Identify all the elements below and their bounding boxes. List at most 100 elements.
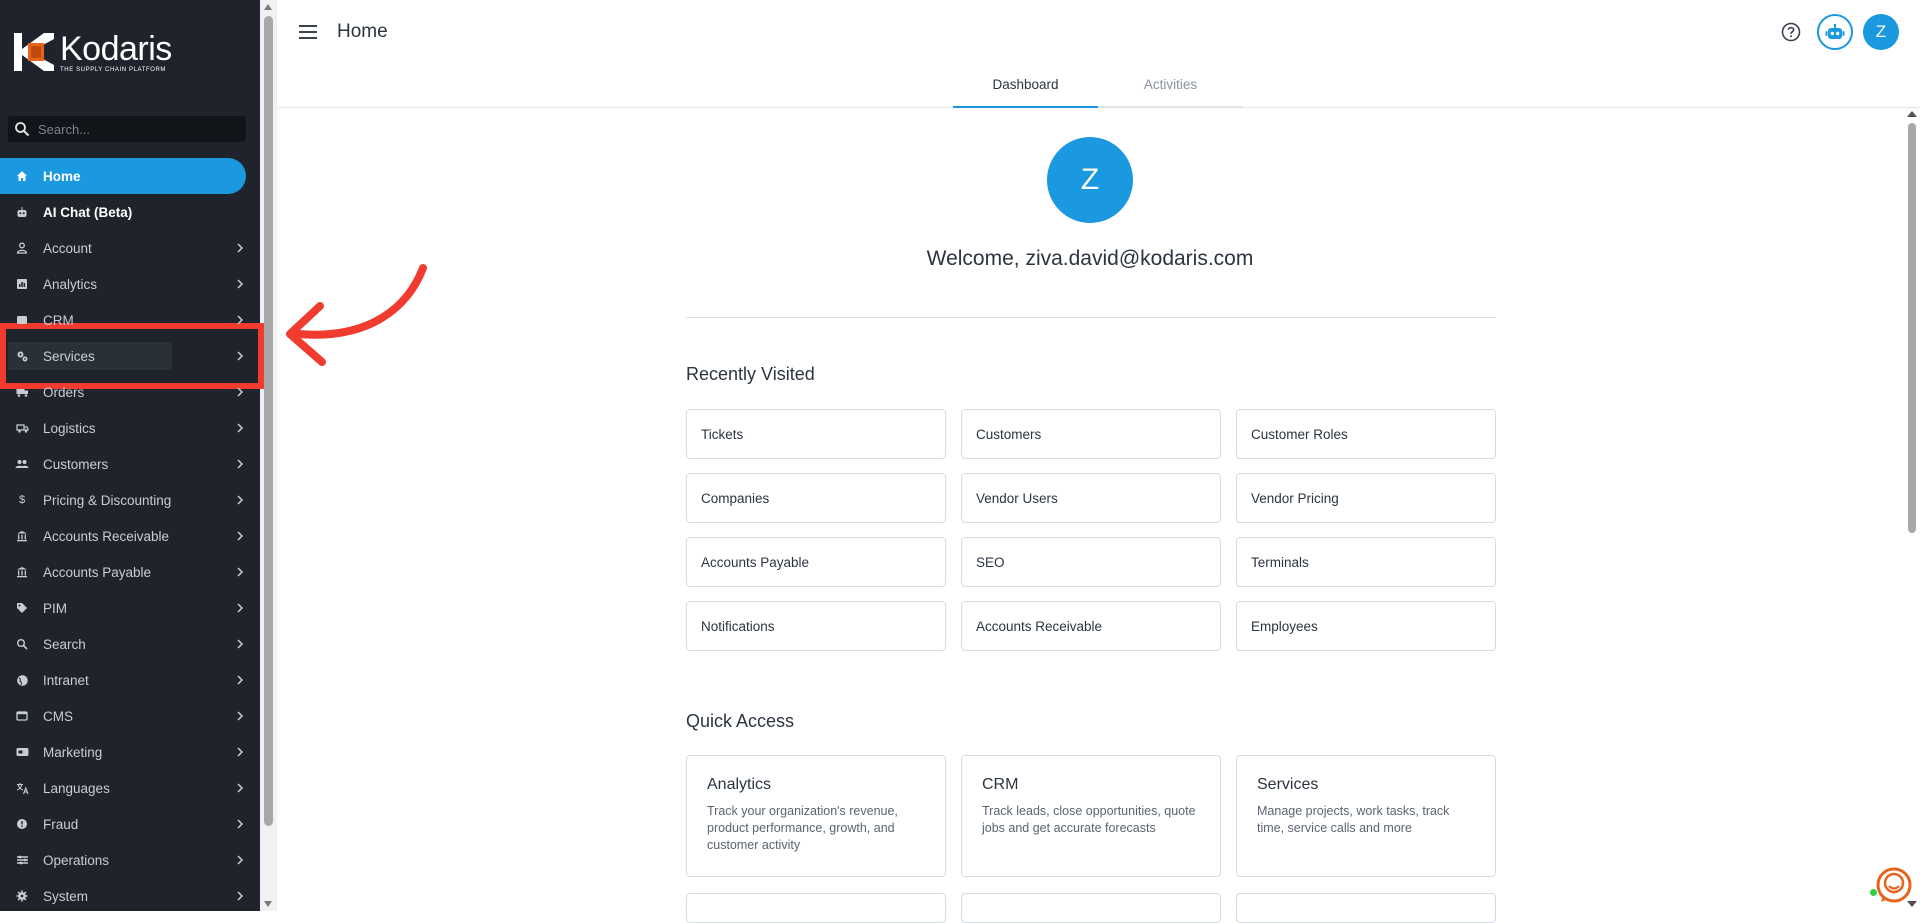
quick-access-card-title: Analytics — [707, 776, 772, 793]
chevron-right-icon — [237, 315, 244, 325]
quick-access-card[interactable] — [686, 893, 946, 923]
chevron-right-icon — [237, 243, 244, 253]
user-avatar[interactable]: Z — [1863, 14, 1899, 50]
quick-access-card-desc: Track your organization's revenue, produ… — [707, 804, 898, 852]
globe-icon — [14, 672, 30, 688]
chevron-right-icon — [237, 459, 244, 469]
sidebar-item-logistics[interactable]: Logistics — [0, 410, 260, 446]
sidebar-item-analytics[interactable]: Analytics — [0, 266, 260, 302]
sidebar-item-languages[interactable]: Languages — [0, 770, 260, 806]
divider — [686, 317, 1496, 318]
sidebar-item-label: Operations — [43, 852, 110, 868]
chevron-right-icon — [237, 351, 244, 361]
welcome-message: Welcome, ziva.david@kodaris.com — [926, 247, 1254, 270]
sidebar-item-label: CRM — [43, 312, 74, 328]
sidebar-item-pim[interactable]: PIM — [0, 590, 260, 626]
tab-activities[interactable]: Activities — [1098, 68, 1243, 108]
sidebar-item-label: Services — [43, 348, 95, 364]
recent-link-seo[interactable]: SEO — [961, 537, 1221, 587]
sidebar-item-label: CMS — [43, 708, 73, 724]
sidebar-item-search[interactable]: Search — [0, 626, 260, 662]
recent-link-terminals[interactable]: Terminals — [1236, 537, 1496, 587]
sidebar-item-label: Accounts Payable — [43, 564, 152, 580]
recent-link-customer-roles[interactable]: Customer Roles — [1236, 409, 1496, 459]
sidebar-item-cms[interactable]: CMS — [0, 698, 260, 734]
quick-access-services[interactable]: Services Manage projects, work tasks, tr… — [1236, 755, 1496, 877]
sidebar-item-fraud[interactable]: Fraud — [0, 806, 260, 842]
crm-icon — [14, 312, 30, 328]
main-scrollbar[interactable] — [1903, 109, 1920, 911]
sidebar-item-ai-chat[interactable]: AI Chat (Beta) — [0, 194, 260, 230]
sidebar-item-system[interactable]: System — [0, 878, 260, 911]
sidebar-item-label: Pricing & Discounting — [43, 492, 172, 508]
chevron-right-icon — [237, 279, 244, 289]
sidebar-item-intranet[interactable]: Intranet — [0, 662, 260, 698]
brand-logo[interactable]: Kodaris THE SUPPLY CHAIN PLATFORM — [14, 30, 184, 74]
recent-link-companies[interactable]: Companies — [686, 473, 946, 523]
chevron-right-icon — [237, 855, 244, 865]
help-icon[interactable] — [1780, 21, 1802, 43]
sidebar-item-customers[interactable]: Customers — [0, 446, 260, 482]
sidebar-item-pricing[interactable]: $ Pricing & Discounting — [0, 482, 260, 518]
chat-widget-icon[interactable] — [1875, 866, 1913, 904]
search-icon — [14, 636, 30, 652]
sidebar-item-label: Intranet — [43, 672, 89, 688]
tag-icon — [14, 600, 30, 616]
sidebar-item-label: Account — [43, 240, 92, 256]
recently-visited-title: Recently Visited — [686, 364, 815, 384]
people-icon — [14, 456, 30, 472]
home-icon — [14, 168, 30, 184]
quick-access-card-title: CRM — [982, 776, 1019, 793]
chevron-right-icon — [237, 387, 244, 397]
gears-icon — [14, 348, 30, 364]
recent-link-customers[interactable]: Customers — [961, 409, 1221, 459]
translate-icon — [14, 780, 30, 796]
recent-link-accounts-receivable[interactable]: Accounts Receivable — [961, 601, 1221, 651]
dashboard-tabs: Dashboard Activities — [953, 68, 1243, 108]
search-input[interactable] — [38, 121, 228, 137]
recent-link-tickets[interactable]: Tickets — [686, 409, 946, 459]
settings-icon — [14, 852, 30, 868]
sidebar-menu: Home AI Chat (Beta) Account Analytics CR… — [0, 158, 260, 911]
scroll-up-arrow-icon[interactable] — [264, 4, 272, 10]
sidebar-item-account[interactable]: Account — [0, 230, 260, 266]
robot-icon — [14, 204, 30, 220]
ai-assistant-button[interactable] — [1817, 14, 1853, 50]
recent-link-notifications[interactable]: Notifications — [686, 601, 946, 651]
person-icon — [14, 240, 30, 256]
recent-link-accounts-payable[interactable]: Accounts Payable — [686, 537, 946, 587]
recent-link-vendor-users[interactable]: Vendor Users — [961, 473, 1221, 523]
sidebar-item-label: Home — [43, 168, 81, 184]
quick-access-card[interactable] — [1236, 893, 1496, 923]
sidebar-item-accounts-receivable[interactable]: Accounts Receivable — [0, 518, 260, 554]
sidebar-item-marketing[interactable]: Marketing — [0, 734, 260, 770]
robot-icon — [1825, 24, 1845, 39]
brand-name: Kodaris — [60, 29, 172, 68]
sidebar-search[interactable] — [8, 116, 246, 142]
quick-access-card[interactable] — [961, 893, 1221, 923]
hamburger-menu-icon[interactable] — [299, 24, 319, 40]
quick-access-card-title: Services — [1257, 776, 1319, 793]
tab-dashboard[interactable]: Dashboard — [953, 68, 1098, 108]
scroll-down-arrow-icon[interactable] — [264, 901, 272, 907]
recent-link-vendor-pricing[interactable]: Vendor Pricing — [1236, 473, 1496, 523]
sidebar-item-label: Fraud — [43, 816, 79, 832]
main-scroll-thumb[interactable] — [1908, 123, 1916, 533]
sidebar-item-home[interactable]: Home — [0, 158, 246, 194]
chevron-right-icon — [237, 567, 244, 577]
shield-icon — [14, 816, 30, 832]
sidebar-item-operations[interactable]: Operations — [0, 842, 260, 878]
sidebar-item-accounts-payable[interactable]: Accounts Payable — [0, 554, 260, 590]
quick-access-crm[interactable]: CRM Track leads, close opportunities, qu… — [961, 755, 1221, 877]
scroll-up-arrow-icon[interactable] — [1907, 111, 1917, 117]
services-highlight-box — [0, 323, 264, 389]
sidebar-scroll-thumb[interactable] — [264, 16, 273, 826]
top-bar: Home Z Dashboard Activities — [277, 0, 1920, 108]
sidebar-scrollbar[interactable] — [260, 0, 277, 911]
quick-access-card-desc: Manage projects, work tasks, track time,… — [1257, 804, 1450, 835]
main-content: Z Welcome, ziva.david@kodaris.com Recent… — [277, 109, 1903, 923]
recent-link-employees[interactable]: Employees — [1236, 601, 1496, 651]
sidebar-item-label: Analytics — [43, 276, 98, 292]
chevron-right-icon — [237, 783, 244, 793]
quick-access-analytics[interactable]: Analytics Track your organization's reve… — [686, 755, 946, 877]
